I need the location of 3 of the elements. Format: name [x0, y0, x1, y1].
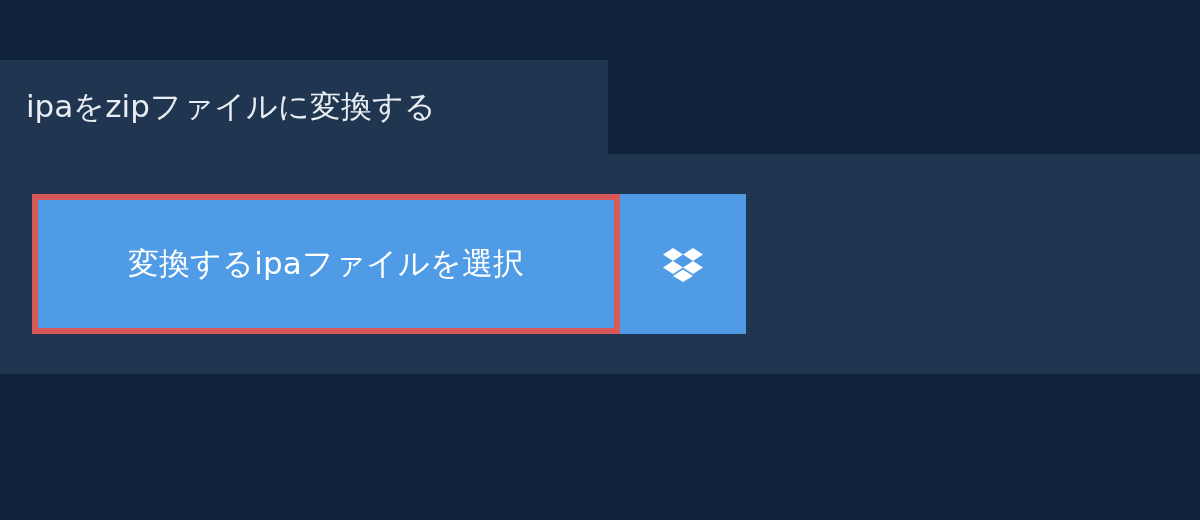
dropbox-button[interactable]	[620, 194, 746, 334]
dropbox-icon	[663, 246, 703, 282]
select-file-button[interactable]: 変換するipaファイルを選択	[32, 194, 620, 334]
